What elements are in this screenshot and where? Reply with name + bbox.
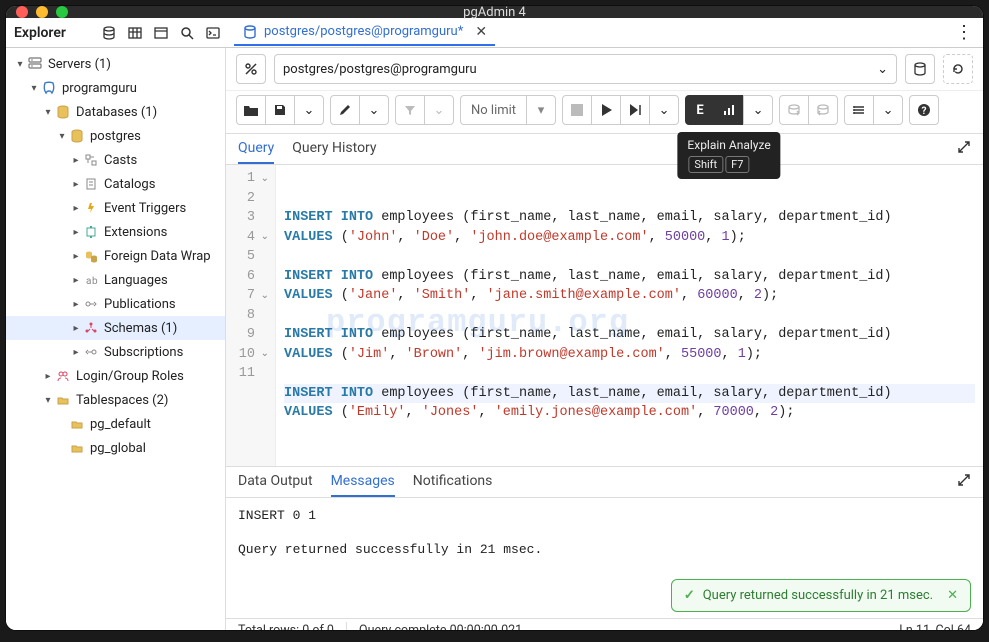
svg-text:a: a (86, 276, 91, 287)
tab-data-output[interactable]: Data Output (238, 473, 313, 497)
edit-dropdown[interactable]: ⌄ (359, 95, 389, 125)
commit-button[interactable] (779, 95, 809, 125)
tree-item[interactable]: ▾programguru (6, 76, 225, 100)
tree-item[interactable]: ▸Foreign Data Wrap (6, 244, 225, 268)
save-button[interactable] (265, 95, 295, 125)
execute-dropdown[interactable]: ⌄ (649, 95, 679, 125)
status-bar: Total rows: 0 of 0 Query complete 00:00:… (226, 618, 983, 631)
tree-item[interactable]: ▸Event Triggers (6, 196, 225, 220)
limit-select[interactable]: No limit (460, 95, 527, 125)
window-maximize[interactable] (56, 6, 68, 18)
toast-close-icon[interactable]: ✕ (947, 588, 958, 603)
tree-item[interactable]: ▸Schemas (1) (6, 316, 225, 340)
success-toast: ✓ Query returned successfully in 21 msec… (671, 579, 971, 612)
tree-item[interactable]: ▸Login/Group Roles (6, 364, 225, 388)
tab-close-icon[interactable]: ✕ (475, 24, 487, 40)
kebab-menu-icon[interactable]: ⋮ (955, 22, 973, 43)
tree-item[interactable]: ▸Extensions (6, 220, 225, 244)
tree-item[interactable]: ▾Tablespaces (2) (6, 388, 225, 412)
explorer-tree[interactable]: ▾Servers (1)▾programguru▾Databases (1)▾p… (6, 48, 226, 630)
tooltip: Explain Analyze ShiftF7 (677, 132, 780, 179)
execute-script-button[interactable] (620, 95, 650, 125)
edit-button[interactable] (330, 95, 360, 125)
execute-button[interactable] (591, 95, 621, 125)
save-dropdown[interactable]: ⌄ (294, 95, 324, 125)
conn-cancel-button[interactable] (236, 54, 266, 84)
status-rows: Total rows: 0 of 0 (238, 623, 334, 631)
explorer-tool-terminal-icon[interactable] (200, 20, 226, 46)
explain-dropdown[interactable]: ⌄ (743, 95, 773, 125)
tree-item[interactable]: pg_default (6, 412, 225, 436)
chevron-down-icon: ⌄ (877, 62, 888, 77)
help-button[interactable]: ? (909, 95, 939, 125)
explain-button[interactable]: E (685, 95, 715, 125)
window-minimize[interactable] (36, 6, 48, 18)
filter-button[interactable] (395, 95, 425, 125)
connection-value: postgres/postgres@programguru (283, 62, 477, 77)
code-editor[interactable]: 1⌄234⌄567⌄8910⌄11 INSERT INTO employees … (226, 165, 983, 466)
tab-query[interactable]: Query (238, 140, 274, 164)
explorer-tool-view-icon[interactable] (148, 20, 174, 46)
conn-db-button[interactable] (905, 54, 935, 84)
rollback-button[interactable] (808, 95, 838, 125)
tab-messages[interactable]: Messages (331, 473, 395, 497)
file-tab-label: postgres/postgres@programguru* (264, 24, 463, 39)
tree-item[interactable]: ▸Publications (6, 292, 225, 316)
filter-dropdown[interactable]: ⌄ (424, 95, 454, 125)
expand-output-icon[interactable] (957, 473, 971, 487)
window-close[interactable] (16, 6, 28, 18)
tree-item[interactable]: ▸Casts (6, 148, 225, 172)
file-tab[interactable]: postgres/postgres@programguru* ✕ (234, 20, 495, 46)
connection-select[interactable]: postgres/postgres@programguru ⌄ (274, 54, 897, 84)
explorer-tool-search-icon[interactable] (174, 20, 200, 46)
explain-analyze-button[interactable]: Explain Analyze ShiftF7 (714, 95, 744, 125)
open-button[interactable] (236, 95, 266, 125)
tree-item[interactable]: ▾postgres (6, 124, 225, 148)
tab-query-history[interactable]: Query History (292, 140, 376, 164)
tree-item[interactable]: ▸abLanguages (6, 268, 225, 292)
status-cursor: Ln 11, Col 64 (899, 623, 971, 631)
tree-item[interactable]: ▸Catalogs (6, 172, 225, 196)
expand-icon[interactable] (957, 140, 971, 154)
svg-text:b: b (92, 276, 98, 287)
tree-item[interactable]: pg_global (6, 436, 225, 460)
app-title: pgAdmin 4 (463, 6, 526, 20)
svg-text:?: ? (922, 106, 927, 117)
tree-item[interactable]: ▾Databases (1) (6, 100, 225, 124)
explorer-tool-db-icon[interactable] (96, 20, 122, 46)
macros-dropdown[interactable]: ⌄ (873, 95, 903, 125)
check-icon: ✓ (684, 588, 695, 603)
explorer-tool-grid-icon[interactable] (122, 20, 148, 46)
explorer-label: Explorer (6, 20, 226, 46)
tab-notifications[interactable]: Notifications (413, 473, 493, 497)
stop-button[interactable] (562, 95, 592, 125)
tree-item[interactable]: ▾Servers (1) (6, 52, 225, 76)
status-complete: Query complete 00:00:00.021 (359, 623, 522, 631)
reload-button[interactable] (943, 54, 973, 84)
titlebar: pgAdmin 4 (6, 6, 983, 18)
tree-item[interactable]: ▸Subscriptions (6, 340, 225, 364)
limit-dropdown[interactable]: ▾ (526, 95, 556, 125)
macros-button[interactable] (844, 95, 874, 125)
